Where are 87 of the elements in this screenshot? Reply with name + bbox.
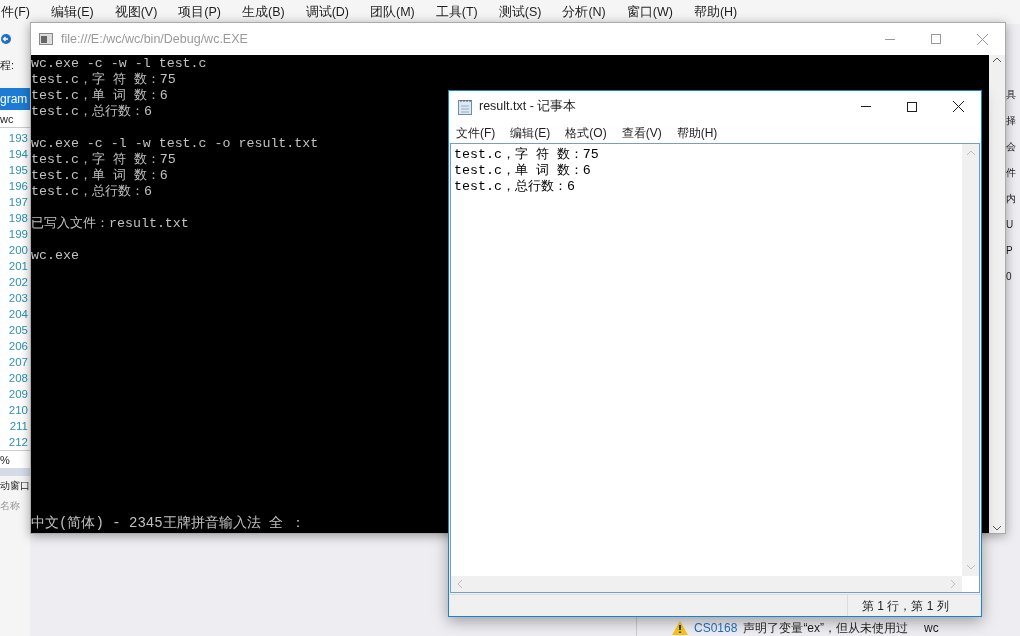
console-line: test.c，字 符 数：75 — [31, 72, 176, 88]
text-editor[interactable]: test.c，字 符 数：75 test.c，单 词 数：6 test.c，总行数：6 — [450, 143, 980, 593]
line-number: 205 — [7, 323, 28, 338]
notepad-icon — [458, 98, 472, 115]
line-number: 208 — [7, 371, 28, 386]
console-line: wc.exe -c -w -l test.c — [31, 56, 207, 72]
cursor-position: 第 1 行，第 1 列 — [847, 595, 981, 616]
close-icon — [952, 101, 964, 112]
menu-item[interactable]: 生成(B) — [242, 2, 285, 22]
text-line: test.c，总行数：6 — [454, 179, 575, 195]
console-line: test.c，单 词 数：6 — [31, 168, 168, 184]
panel-splitter[interactable] — [0, 468, 30, 476]
line-number: 194 — [7, 147, 28, 162]
console-line: test.c，单 词 数：6 — [31, 88, 168, 104]
panel-label: 0 — [1006, 270, 1013, 284]
line-number: 201 — [7, 259, 28, 274]
menu-item[interactable]: 帮助(H) — [693, 2, 738, 22]
line-number: 207 — [7, 355, 28, 370]
menu-item[interactable]: 帮助(H) — [676, 123, 718, 142]
process-label: 程: — [0, 58, 16, 73]
line-number: 206 — [7, 339, 28, 354]
menu-item[interactable]: 视图(V) — [114, 2, 158, 22]
menu-item[interactable]: 项目(P) — [178, 2, 221, 22]
panel-title: 动窗口 — [0, 479, 30, 493]
menu-item[interactable]: 分析(N) — [562, 2, 606, 22]
menu-item[interactable]: 件(F) — [1, 2, 30, 22]
scroll-left-icon[interactable] — [457, 580, 462, 588]
line-number: 198 — [7, 211, 28, 226]
panel-label: 择 — [1006, 114, 1017, 128]
warning-icon — [672, 620, 688, 635]
line-number: 203 — [7, 291, 28, 306]
line-number: 195 — [7, 163, 28, 178]
line-number: 196 — [7, 179, 28, 194]
menu-item[interactable]: 工具(T) — [435, 2, 478, 22]
scroll-right-icon[interactable] — [951, 580, 956, 588]
console-line: test.c，总行数：6 — [31, 104, 152, 120]
line-number: 197 — [7, 195, 28, 210]
project-tab[interactable]: gram — [0, 88, 30, 110]
line-number: 210 — [7, 403, 28, 418]
panel-label: 具 — [1006, 88, 1017, 102]
ime-status-text: 中文(简体) - 2345王牌拼音输入法 全 ： — [31, 515, 306, 533]
scroll-down-icon[interactable] — [993, 526, 1001, 531]
error-code-link[interactable]: CS0168 — [694, 618, 738, 636]
panel-label: 会 — [1006, 140, 1017, 154]
minimize-icon — [861, 106, 871, 107]
menu-item[interactable]: 测试(S) — [498, 2, 542, 22]
console-app-icon — [39, 33, 53, 45]
panel-label: P — [1006, 244, 1014, 258]
line-number: 209 — [7, 387, 28, 402]
line-number: 212 — [7, 435, 28, 450]
line-number: 200 — [7, 243, 28, 258]
text-line: test.c，字 符 数：75 — [454, 147, 599, 163]
menu-item[interactable]: 编辑(E) — [50, 2, 94, 22]
line-number: 204 — [7, 307, 28, 322]
back-arrow-icon[interactable] — [1, 34, 11, 44]
console-line: 已写入文件：result.txt — [31, 216, 189, 232]
close-icon — [976, 33, 988, 45]
minimize-icon — [885, 38, 895, 40]
line-number: 193 — [7, 131, 28, 146]
scroll-up-icon[interactable] — [993, 57, 1001, 62]
menu-item[interactable]: 调试(D) — [305, 2, 349, 22]
menu-item[interactable]: 格式(O) — [565, 123, 607, 142]
panel-label: U — [1006, 218, 1015, 232]
line-number: 211 — [8, 419, 28, 434]
console-line: test.c，字 符 数：75 — [31, 152, 176, 168]
error-project: wc — [924, 619, 939, 636]
menu-item[interactable]: 团队(M) — [370, 2, 415, 22]
error-message: 声明了变量“ex”，但从未使用过 — [743, 619, 909, 636]
console-line: wc.exe — [31, 248, 79, 264]
panel-label: 件 — [1006, 166, 1017, 180]
line-number: 199 — [7, 227, 28, 242]
maximize-icon — [931, 34, 941, 44]
panel-label: 内 — [1006, 192, 1017, 206]
maximize-icon — [907, 101, 917, 112]
line-number: 202 — [7, 275, 28, 290]
project-dropdown[interactable]: wc — [0, 110, 30, 128]
menu-item[interactable]: 查看(V) — [621, 123, 662, 142]
window-title: result.txt - 记事本 — [479, 98, 578, 116]
column-header: 名称 — [0, 499, 21, 513]
console-line: wc.exe -c -l -w test.c -o result.txt — [31, 136, 319, 152]
menu-item[interactable]: 编辑(E) — [510, 123, 551, 142]
window-title: file:///E:/wc/wc/bin/Debug/wc.EXE — [61, 30, 249, 48]
text-line: test.c，单 词 数：6 — [454, 163, 591, 179]
menu-item[interactable]: 文件(F) — [456, 123, 496, 142]
menu-item[interactable]: 窗口(W) — [626, 2, 673, 22]
console-line: test.c，总行数：6 — [31, 184, 152, 200]
zoom-level[interactable]: % — [0, 450, 30, 468]
